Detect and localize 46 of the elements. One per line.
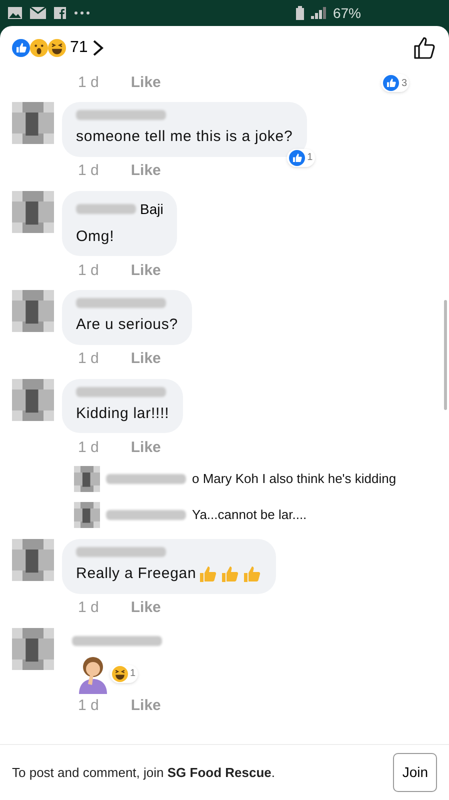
battery-percentage: 67% bbox=[332, 4, 361, 22]
reactions-summary[interactable]: 71 bbox=[12, 36, 104, 60]
blurred-avatar bbox=[12, 628, 54, 670]
like-link[interactable]: Like bbox=[130, 260, 161, 282]
comment-time: 1 d bbox=[78, 696, 99, 716]
chevron-right-icon bbox=[92, 39, 104, 57]
blurred-avatar bbox=[12, 102, 54, 144]
comment-text: Omg! bbox=[76, 226, 114, 246]
comment-time: 1 d bbox=[78, 438, 99, 458]
blurred-avatar bbox=[12, 539, 54, 581]
comment-time: 1 d bbox=[78, 161, 99, 182]
blurred-name bbox=[76, 204, 136, 214]
reply-text: o Mary Koh I also think he's kidding bbox=[192, 470, 396, 488]
blurred-avatar bbox=[12, 190, 54, 232]
like-link[interactable]: Like bbox=[130, 160, 161, 183]
like-link[interactable]: Like bbox=[130, 597, 161, 620]
commenter-name[interactable]: Baji bbox=[140, 198, 164, 220]
comment-text: Are u serious? bbox=[76, 315, 178, 335]
comment-time: 1 d bbox=[78, 349, 99, 370]
reaction-count-badge[interactable]: 3 bbox=[381, 74, 409, 92]
comment-text: someone tell me this is a joke? bbox=[76, 127, 293, 147]
battery-saver-icon bbox=[294, 6, 305, 20]
join-prompt: To post and comment, join SG Food Rescue. bbox=[12, 764, 276, 782]
comment-time: 1 d bbox=[78, 598, 99, 618]
more-icon bbox=[74, 11, 90, 15]
like-link[interactable]: Like bbox=[130, 348, 161, 371]
like-link[interactable]: Like bbox=[130, 72, 161, 94]
blurred-avatar bbox=[74, 502, 100, 528]
image-icon bbox=[8, 7, 22, 19]
blurred-avatar bbox=[74, 466, 100, 492]
blurred-avatar bbox=[12, 290, 54, 332]
mail-icon bbox=[30, 7, 46, 19]
reply-text: Ya...cannot be lar.... bbox=[192, 506, 307, 524]
like-link[interactable]: Like bbox=[130, 695, 161, 718]
reaction-count-badge[interactable]: 1 bbox=[287, 148, 315, 166]
reaction-count-badge[interactable]: 1 bbox=[110, 664, 138, 682]
signal-icon bbox=[310, 7, 327, 19]
comment-text: Kidding lar!!!! bbox=[76, 404, 170, 424]
comment-text: Really a Freegan bbox=[76, 564, 196, 584]
thumbs-up-outline-icon[interactable] bbox=[413, 36, 437, 60]
blurred-avatar bbox=[12, 378, 54, 420]
comment-time: 1 d bbox=[78, 72, 99, 93]
like-link[interactable]: Like bbox=[130, 436, 161, 460]
join-button[interactable]: Join bbox=[393, 753, 437, 792]
f-logo-icon bbox=[54, 7, 66, 19]
comment-time: 1 d bbox=[78, 260, 99, 281]
